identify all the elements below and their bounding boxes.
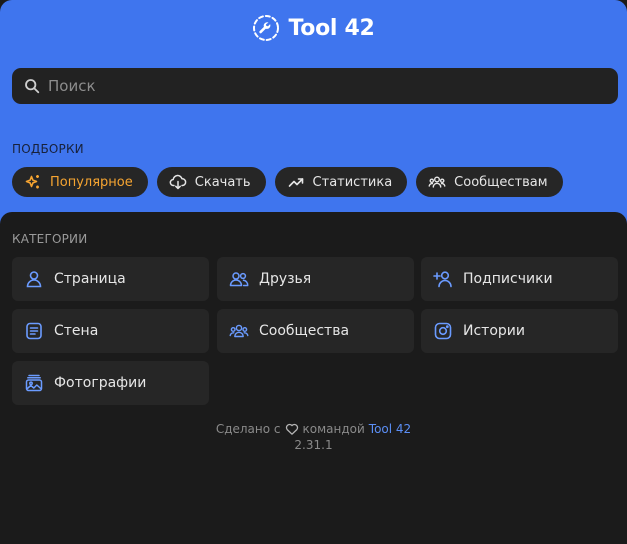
category-label: Страница <box>54 271 126 287</box>
category-stories[interactable]: Истории <box>421 309 618 353</box>
category-label: Стена <box>54 323 99 339</box>
category-label: Фотографии <box>54 375 147 391</box>
category-label: Сообщества <box>259 323 350 339</box>
tool-42-logo-icon <box>253 15 280 41</box>
category-friends[interactable]: Друзья <box>217 257 414 301</box>
user-icon <box>26 271 42 288</box>
category-followers[interactable]: Подписчики <box>421 257 618 301</box>
app-title: Tool 42 <box>288 15 375 41</box>
cloud-download-icon <box>169 174 187 190</box>
search-icon <box>25 79 40 94</box>
category-communities[interactable]: Сообщества <box>217 309 414 353</box>
category-page[interactable]: Страница <box>12 257 209 301</box>
chip-download[interactable]: Скачать <box>156 167 266 197</box>
chip-label: Сообществам <box>454 174 548 190</box>
user-plus-icon <box>433 271 452 288</box>
search-input[interactable] <box>48 69 606 103</box>
category-label: Друзья <box>259 271 312 287</box>
chip-label: Популярное <box>50 174 133 190</box>
chip-communities[interactable]: Сообществам <box>416 167 563 197</box>
photos-icon <box>25 374 43 392</box>
header: Tool 42 ПОДБОРКИ Популярное <box>0 0 627 232</box>
search-bar[interactable] <box>12 68 618 104</box>
category-photos[interactable]: Фотографии <box>12 361 209 405</box>
chip-label: Скачать <box>194 174 251 190</box>
note-icon <box>26 322 42 340</box>
category-wall[interactable]: Стена <box>12 309 209 353</box>
users-group-icon <box>428 176 446 188</box>
collections-chips: Популярное Скачать Статистика Сообщества… <box>12 167 563 197</box>
footer: Сделано с командой Tool 42 2.31.1 <box>0 421 627 453</box>
heart-icon <box>285 423 298 435</box>
trending-up-icon <box>288 178 303 187</box>
app-version: 2.31.1 <box>294 438 333 452</box>
users-icon <box>229 272 249 287</box>
brand[interactable]: Tool 42 <box>0 12 627 44</box>
chip-label: Статистика <box>312 174 393 190</box>
collections-heading: ПОДБОРКИ <box>12 142 84 156</box>
team-link[interactable]: Tool 42 <box>369 421 411 437</box>
category-label: Подписчики <box>463 271 553 287</box>
chip-popular[interactable]: Популярное <box>12 167 148 197</box>
instagram-icon <box>434 322 452 340</box>
sparkle-icon <box>25 175 39 189</box>
chip-statistics[interactable]: Статистика <box>274 167 408 197</box>
footer-made-with: Сделано с <box>215 422 281 436</box>
users-group-icon <box>229 324 249 338</box>
footer-by-team: командой <box>302 422 365 436</box>
app-window: Tool 42 ПОДБОРКИ Популярное <box>0 0 627 544</box>
footer-credits: Сделано с командой Tool 42 <box>0 421 627 437</box>
category-label: Истории <box>463 323 525 339</box>
categories-heading: КАТЕГОРИИ <box>12 232 88 246</box>
